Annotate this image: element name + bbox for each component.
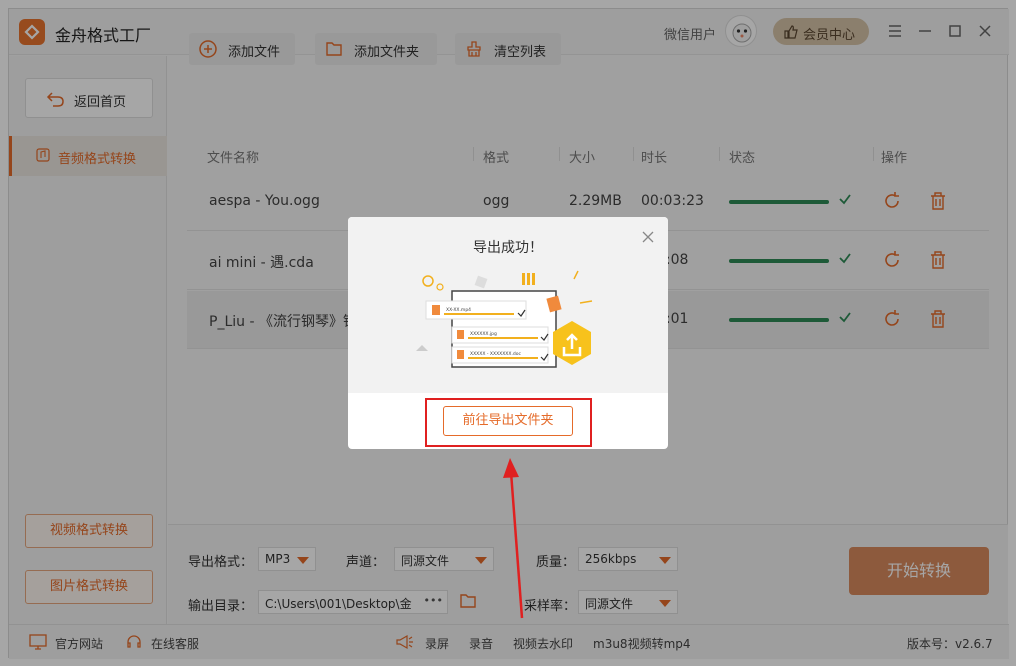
annotation-arrow-icon [503,458,524,619]
